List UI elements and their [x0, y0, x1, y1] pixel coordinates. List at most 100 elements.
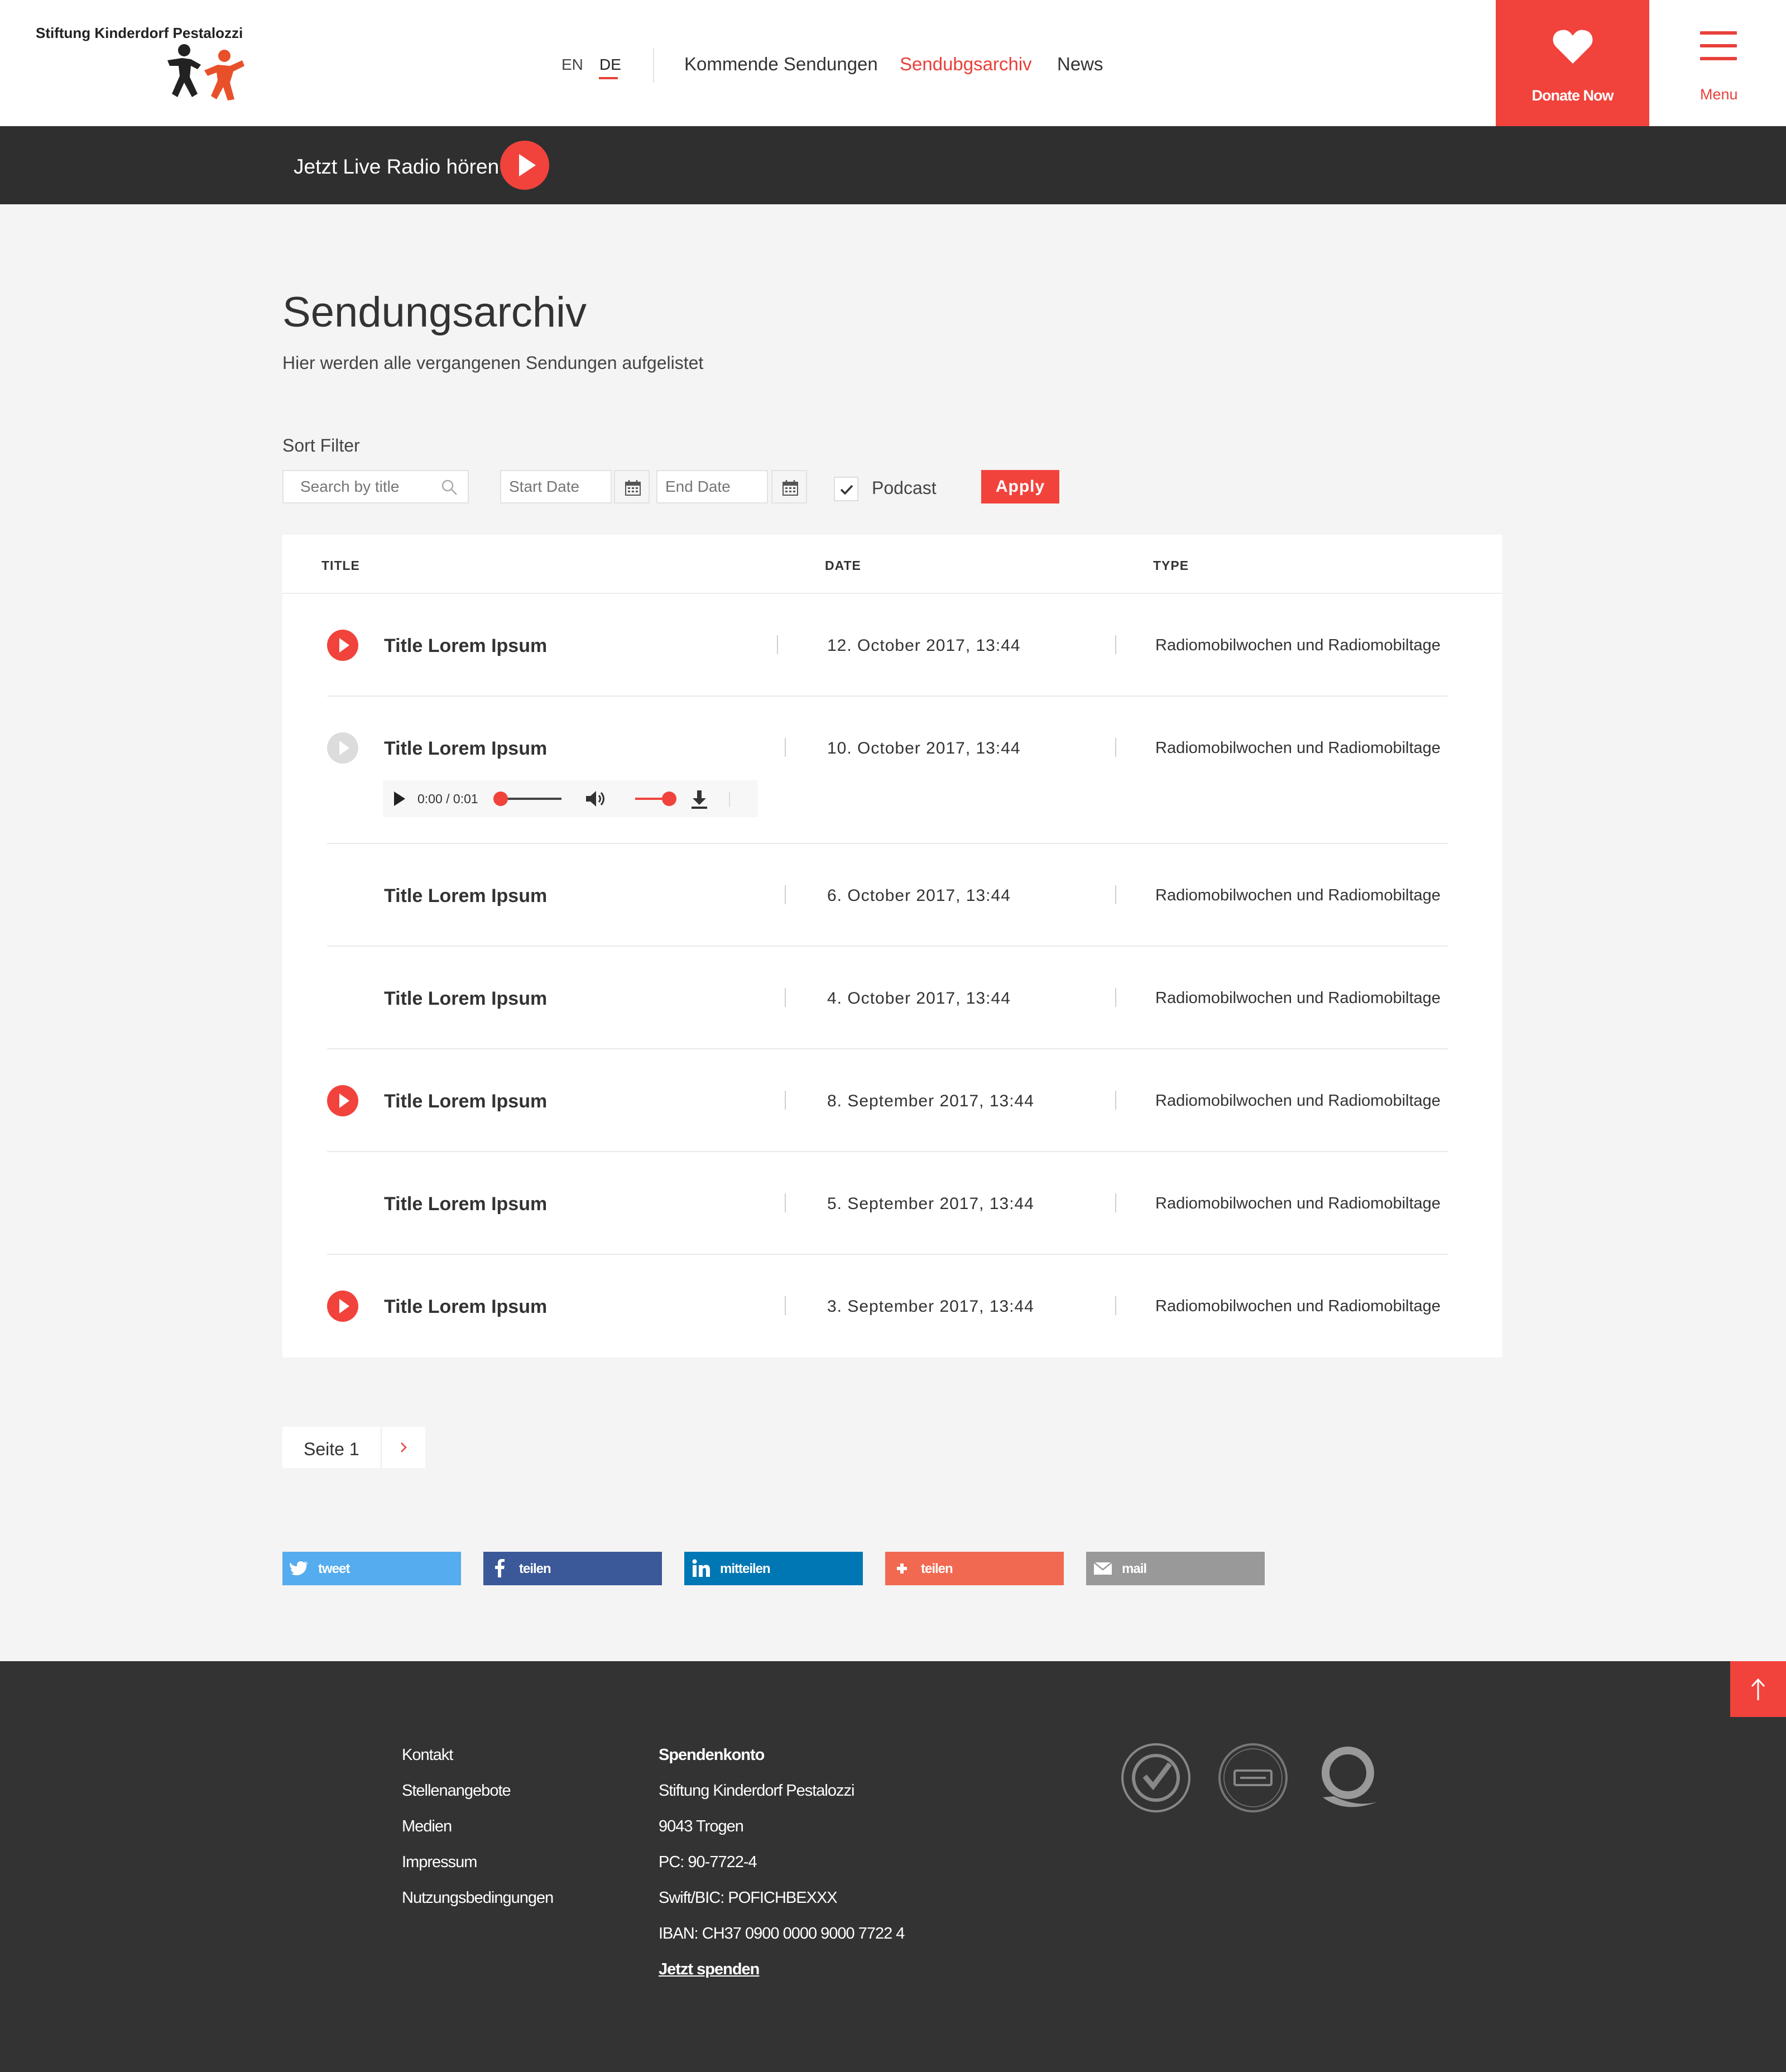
- page-title: Sendungsarchiv: [282, 289, 587, 336]
- share-mail-button[interactable]: mail: [1086, 1552, 1265, 1585]
- bank-heading: Spendenkonto: [659, 1746, 765, 1764]
- play-icon[interactable]: [327, 732, 358, 764]
- column-header-date[interactable]: DATE: [825, 558, 861, 573]
- hamburger-menu-icon[interactable]: [1700, 31, 1737, 60]
- share-twitter-label: tweet: [318, 1561, 350, 1576]
- row-date: 6. October 2017, 13:44: [827, 886, 1011, 905]
- row-title[interactable]: Title Lorem Ipsum: [384, 635, 547, 657]
- bank-line: IBAN: CH37 0900 0000 9000 7722 4: [659, 1925, 905, 1942]
- row-date: 4. October 2017, 13:44: [827, 989, 1011, 1008]
- start-date-picker-button[interactable]: [614, 470, 650, 503]
- audio-player: 0:00 / 0:01: [383, 780, 758, 817]
- logo-figures-icon[interactable]: [162, 44, 246, 102]
- heart-icon: [1553, 30, 1593, 64]
- broadcast-table: TITLE DATE TYPE Title Lorem Ipsum 12. Oc…: [282, 535, 1502, 1358]
- live-radio-bar: Jetzt Live Radio hören: [0, 126, 1786, 204]
- row-type: Radiomobilwochen und Radiomobiltage: [1155, 636, 1441, 654]
- lang-en[interactable]: EN: [561, 56, 583, 74]
- column-divider: [1115, 1296, 1116, 1315]
- end-date-picker-button[interactable]: [771, 470, 807, 503]
- play-icon[interactable]: [327, 1085, 358, 1116]
- row-type: Radiomobilwochen und Radiomobiltage: [1155, 1092, 1441, 1110]
- row-type: Radiomobilwochen und Radiomobiltage: [1155, 886, 1441, 904]
- linkedin-icon: [692, 1559, 710, 1577]
- donate-button[interactable]: Donate Now: [1496, 0, 1649, 126]
- volume-knob[interactable]: [662, 792, 676, 806]
- column-divider: [785, 988, 786, 1007]
- share-facebook-button[interactable]: teilen: [483, 1552, 662, 1585]
- row-title[interactable]: Title Lorem Ipsum: [384, 988, 547, 1010]
- site-footer: Kontakt Stellenangebote Medien Impressum…: [0, 1661, 1786, 2072]
- table-row[interactable]: Title Lorem Ipsum 12. October 2017, 13:4…: [327, 594, 1448, 697]
- column-divider: [1115, 1091, 1116, 1110]
- download-icon[interactable]: [690, 789, 709, 809]
- column-header-type[interactable]: TYPE: [1153, 558, 1189, 573]
- next-page-button[interactable]: [382, 1427, 425, 1468]
- calendar-icon: [625, 480, 641, 496]
- player-time: 0:00 / 0:01: [417, 792, 478, 806]
- quality-q-icon: [1322, 1747, 1377, 1807]
- menu-label[interactable]: Menu: [1700, 86, 1738, 103]
- column-divider: [785, 885, 786, 904]
- podcast-checkbox[interactable]: [834, 477, 858, 501]
- share-twitter-button[interactable]: tweet: [282, 1552, 461, 1585]
- nav-news[interactable]: News: [1057, 54, 1103, 75]
- player-divider: [729, 792, 730, 807]
- row-title[interactable]: Title Lorem Ipsum: [384, 738, 547, 760]
- nav-sendungsarchiv[interactable]: Sendubgsarchiv: [900, 54, 1032, 75]
- player-play-icon[interactable]: [394, 792, 405, 806]
- row-date: 5. September 2017, 13:44: [827, 1195, 1034, 1213]
- logo-text[interactable]: Stiftung Kinderdorf Pestalozzi: [36, 25, 243, 42]
- table-row[interactable]: Title Lorem Ipsum 5. September 2017, 13:…: [327, 1152, 1448, 1255]
- live-radio-label[interactable]: Jetzt Live Radio hören: [294, 155, 499, 179]
- column-divider: [785, 1296, 786, 1315]
- table-row[interactable]: Title Lorem Ipsum 6. October 2017, 13:44…: [327, 844, 1448, 947]
- column-divider: [1115, 885, 1116, 904]
- row-type: Radiomobilwochen und Radiomobiltage: [1155, 739, 1441, 757]
- search-icon[interactable]: [441, 479, 458, 496]
- volume-icon[interactable]: [585, 789, 607, 808]
- podcast-label[interactable]: Podcast: [872, 478, 937, 498]
- footer-link-kontakt[interactable]: Kontakt: [402, 1746, 453, 1764]
- row-title[interactable]: Title Lorem Ipsum: [384, 885, 547, 907]
- footer-link-nutzungsbedingungen[interactable]: Nutzungsbedingungen: [402, 1889, 554, 1907]
- share-linkedin-button[interactable]: mitteilen: [684, 1552, 863, 1585]
- table-row[interactable]: Title Lorem Ipsum 4. October 2017, 13:44…: [327, 947, 1448, 1049]
- progress-knob[interactable]: [493, 792, 508, 806]
- share-googleplus-button[interactable]: teilen: [885, 1552, 1064, 1585]
- row-title[interactable]: Title Lorem Ipsum: [384, 1193, 547, 1215]
- live-play-icon[interactable]: [500, 141, 549, 190]
- back-to-top-button[interactable]: [1730, 1661, 1786, 1717]
- lang-active-indicator: [599, 77, 618, 79]
- bank-line: PC: 90-7722-4: [659, 1853, 757, 1871]
- footer-link-medien[interactable]: Medien: [402, 1817, 452, 1836]
- table-row[interactable]: Title Lorem Ipsum 10. October 2017, 13:4…: [327, 697, 1448, 844]
- column-divider: [785, 1193, 786, 1212]
- row-date: 3. September 2017, 13:44: [827, 1297, 1034, 1316]
- pagination: Seite 1: [282, 1427, 425, 1468]
- end-date-input[interactable]: [656, 470, 768, 503]
- footer-link-stellenangebote[interactable]: Stellenangebote: [402, 1782, 511, 1800]
- row-title[interactable]: Title Lorem Ipsum: [384, 1091, 547, 1112]
- column-divider: [785, 738, 786, 757]
- play-icon[interactable]: [327, 630, 358, 661]
- lang-de[interactable]: DE: [599, 56, 621, 74]
- row-type: Radiomobilwochen und Radiomobiltage: [1155, 1195, 1441, 1212]
- row-title[interactable]: Title Lorem Ipsum: [384, 1296, 547, 1318]
- row-date: 10. October 2017, 13:44: [827, 739, 1021, 757]
- start-date-input[interactable]: [500, 470, 612, 503]
- column-header-title[interactable]: TITLE: [321, 558, 360, 573]
- plus-icon: [897, 1563, 907, 1574]
- progress-track[interactable]: [501, 798, 561, 800]
- donate-link[interactable]: Jetzt spenden: [659, 1960, 760, 1979]
- play-icon[interactable]: [327, 1291, 358, 1322]
- footer-link-impressum[interactable]: Impressum: [402, 1853, 477, 1872]
- apply-button[interactable]: Apply: [981, 470, 1059, 503]
- calendar-icon: [782, 480, 798, 496]
- donate-label: Donate Now: [1531, 87, 1614, 104]
- table-row[interactable]: Title Lorem Ipsum 3. September 2017, 13:…: [327, 1255, 1448, 1358]
- page-subtitle: Hier werden alle vergangenen Sendungen a…: [282, 353, 704, 373]
- column-divider: [785, 1091, 786, 1110]
- nav-kommende-sendungen[interactable]: Kommende Sendungen: [684, 54, 878, 75]
- table-row[interactable]: Title Lorem Ipsum 8. September 2017, 13:…: [327, 1049, 1448, 1152]
